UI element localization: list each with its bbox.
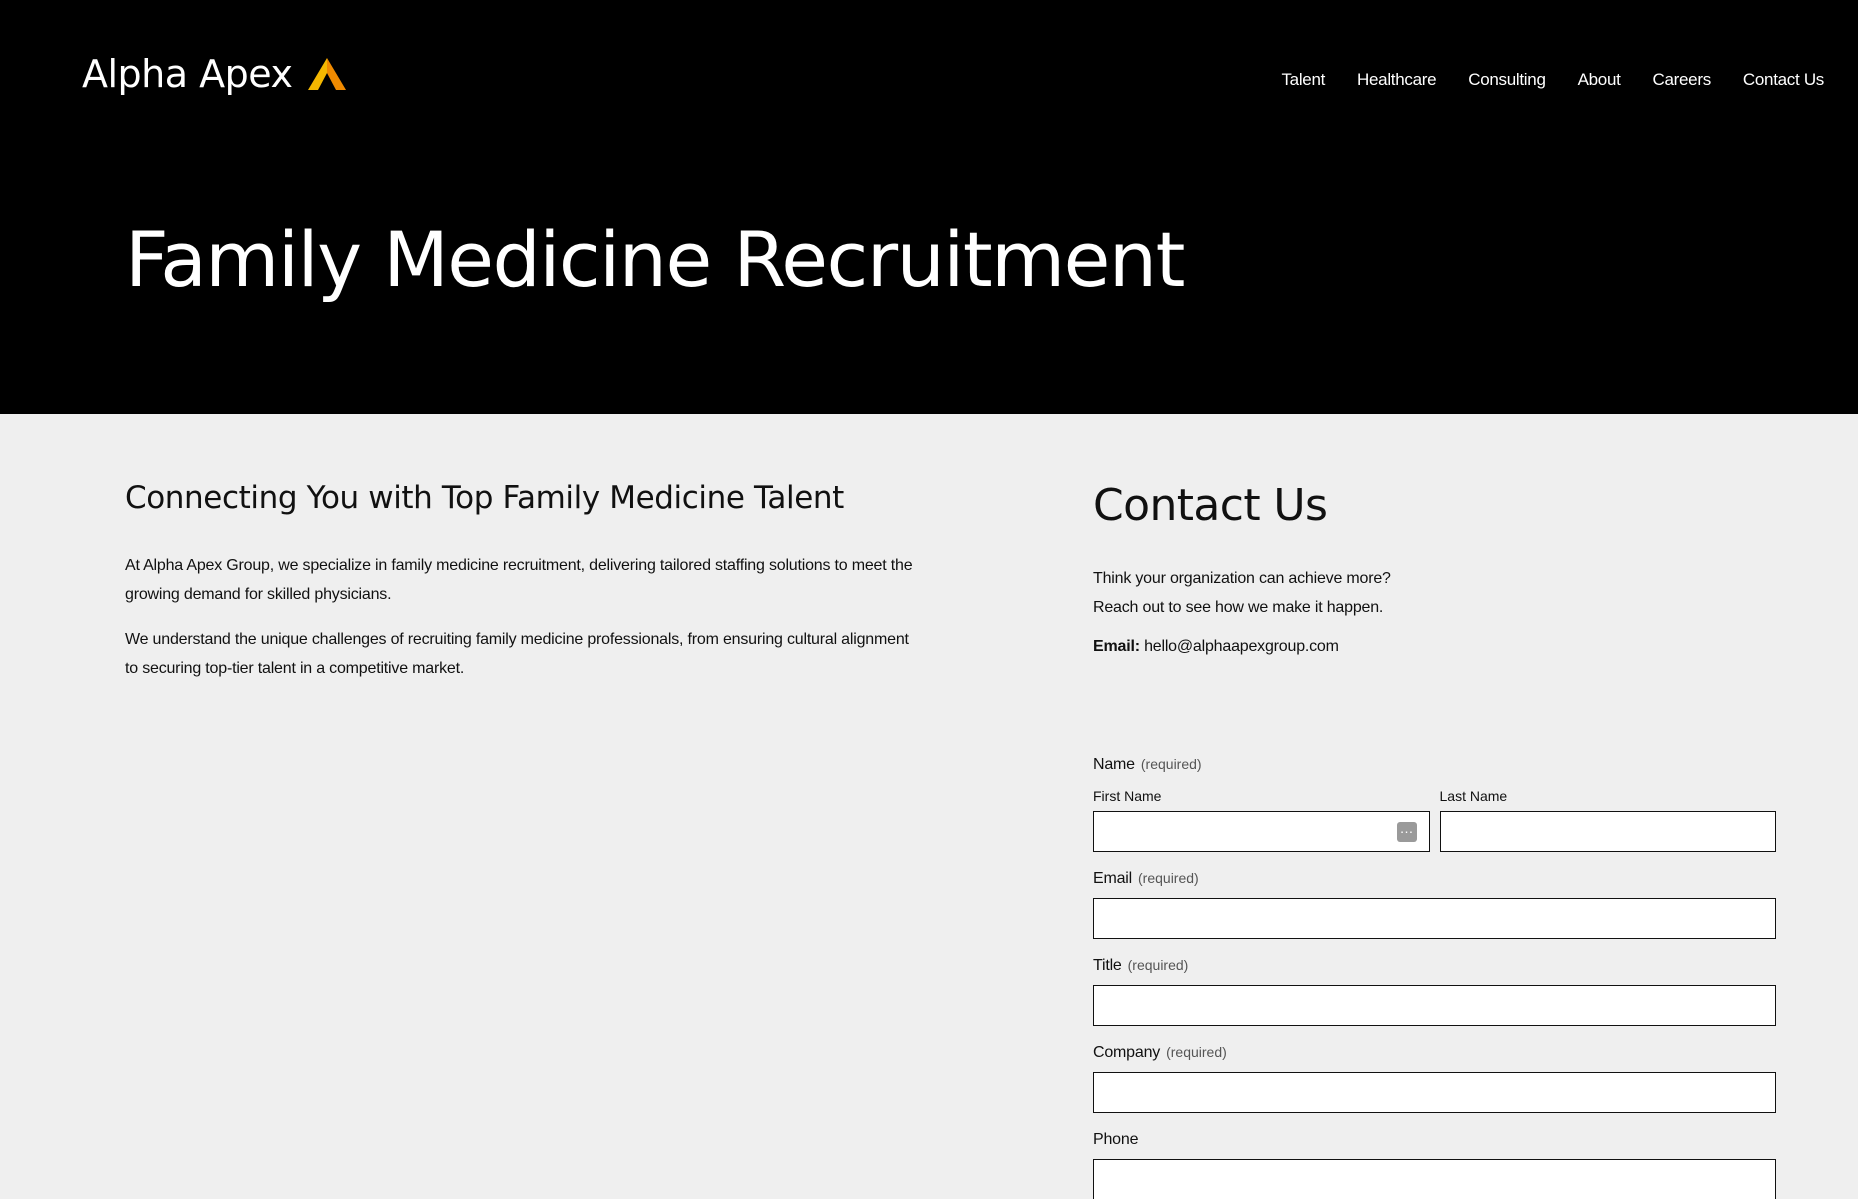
title-group: Title (required) bbox=[1093, 957, 1776, 1026]
main-nav: Talent Healthcare Consulting About Caree… bbox=[1249, 70, 1824, 90]
nav-consulting[interactable]: Consulting bbox=[1468, 70, 1546, 90]
nav-about[interactable]: About bbox=[1578, 70, 1621, 90]
phone-field[interactable] bbox=[1093, 1159, 1776, 1199]
required-note: (required) bbox=[1140, 756, 1202, 772]
last-name-group: Last Name bbox=[1439, 788, 1776, 852]
required-note: (required) bbox=[1127, 957, 1189, 973]
first-name-field[interactable]: … bbox=[1093, 811, 1430, 852]
required-note: (required) bbox=[1166, 1044, 1227, 1060]
contact-line-1: Think your organization can achieve more… bbox=[1093, 570, 1391, 587]
company-group: Company (required) bbox=[1093, 1044, 1776, 1113]
contact-form: Name (required) First Name … Last Name Em… bbox=[1093, 756, 1776, 1199]
phone-group: Phone bbox=[1093, 1131, 1776, 1199]
nav-healthcare[interactable]: Healthcare bbox=[1357, 70, 1437, 90]
nav-careers[interactable]: Careers bbox=[1653, 70, 1712, 90]
company-field[interactable] bbox=[1093, 1072, 1776, 1113]
title-field-label: Title bbox=[1093, 957, 1122, 974]
phone-field-label: Phone bbox=[1093, 1131, 1139, 1148]
first-name-label: First Name bbox=[1093, 788, 1162, 804]
contact-section: Contact Us Think your organization can a… bbox=[1093, 484, 1776, 656]
last-name-label: Last Name bbox=[1439, 788, 1508, 804]
required-note: (required) bbox=[1138, 870, 1199, 886]
hero-header: Alpha Apex Talent Healthcare Consulting … bbox=[0, 0, 1858, 414]
nav-talent[interactable]: Talent bbox=[1281, 70, 1325, 90]
intro-section: Connecting You with Top Family Medicine … bbox=[125, 480, 925, 683]
contact-email: Email: hello@alphaapexgroup.com bbox=[1093, 638, 1776, 656]
password-manager-icon[interactable]: … bbox=[1396, 821, 1417, 842]
nav-contact-us[interactable]: Contact Us bbox=[1743, 70, 1824, 90]
name-label: Name bbox=[1093, 756, 1135, 773]
contact-intro: Think your organization can achieve more… bbox=[1093, 564, 1776, 622]
intro-paragraph: We understand the unique challenges of r… bbox=[125, 631, 909, 678]
brand-name: Alpha Apex bbox=[82, 52, 293, 96]
email-link[interactable]: hello@alphaapexgroup.com bbox=[1144, 638, 1339, 655]
name-legend: Name (required) bbox=[1093, 756, 1776, 774]
intro-paragraph: At Alpha Apex Group, we specialize in fa… bbox=[125, 557, 913, 604]
intro-heading: Connecting You with Top Family Medicine … bbox=[125, 480, 844, 516]
brand-logo[interactable]: Alpha Apex bbox=[82, 52, 348, 96]
last-name-field[interactable] bbox=[1439, 811, 1776, 852]
title-field[interactable] bbox=[1093, 985, 1776, 1026]
company-field-label: Company bbox=[1093, 1044, 1161, 1061]
email-group: Email (required) bbox=[1093, 870, 1776, 939]
page-title: Family Medicine Recruitment bbox=[125, 215, 1185, 304]
contact-line-2: Reach out to see how we make it happen. bbox=[1093, 599, 1384, 616]
name-group: Name (required) First Name … Last Name bbox=[1093, 756, 1776, 852]
triangle-a-icon bbox=[306, 56, 348, 92]
email-field[interactable] bbox=[1093, 898, 1776, 939]
email-field-label: Email bbox=[1093, 870, 1133, 887]
email-label: Email: bbox=[1093, 638, 1140, 655]
contact-heading: Contact Us bbox=[1093, 480, 1328, 531]
first-name-group: First Name … bbox=[1093, 788, 1430, 852]
name-row: First Name … Last Name bbox=[1093, 788, 1776, 852]
